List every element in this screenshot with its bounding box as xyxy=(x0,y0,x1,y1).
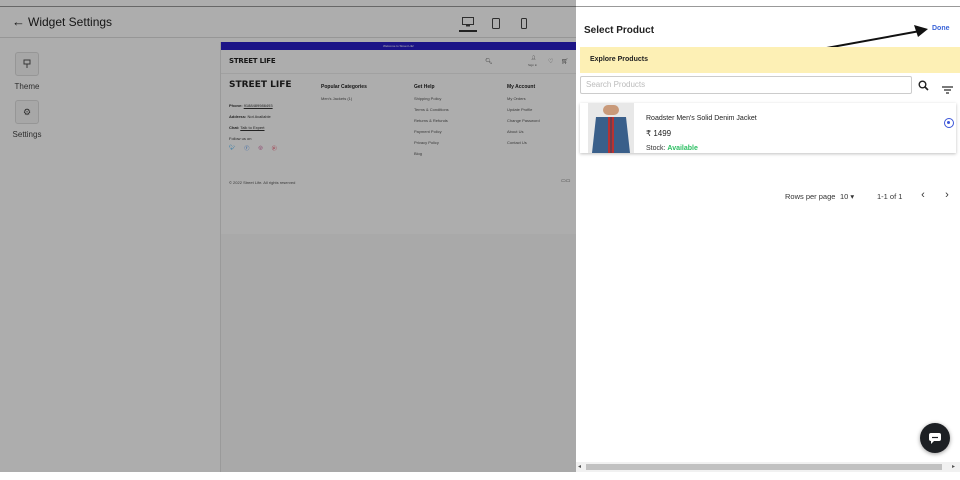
product-stock: Stock: Available xyxy=(646,145,698,152)
scrollbar-thumb[interactable] xyxy=(586,464,942,470)
scroll-right-icon[interactable]: ▸ xyxy=(952,463,955,470)
filter-icon[interactable] xyxy=(942,81,953,99)
explore-products-header: Explore Products xyxy=(580,47,960,73)
horizontal-scrollbar[interactable]: ◂ ▸ xyxy=(576,462,960,472)
pagination-range: 1-1 of 1 xyxy=(877,192,903,201)
product-image xyxy=(588,103,634,153)
product-select-radio[interactable] xyxy=(944,118,954,128)
modal-backdrop[interactable] xyxy=(0,0,576,472)
select-product-drawer: Select Product Done Explore Products Sea… xyxy=(576,6,960,472)
search-icon[interactable] xyxy=(918,78,929,96)
screen: ← Widget Settings Theme ⚙ Settings Welco… xyxy=(0,0,960,480)
drawer-title: Select Product xyxy=(584,25,655,36)
product-row[interactable]: Roadster Men's Solid Denim Jacket ₹ 1499… xyxy=(580,103,956,153)
product-name: Roadster Men's Solid Denim Jacket xyxy=(646,115,757,122)
search-input[interactable]: Search Products xyxy=(580,76,912,94)
prev-page-button[interactable]: ‹ xyxy=(916,188,930,202)
rows-per-page-label: Rows per page xyxy=(785,192,836,201)
next-page-button[interactable]: › xyxy=(940,188,954,202)
scroll-left-icon[interactable]: ◂ xyxy=(578,463,581,470)
product-price: ₹ 1499 xyxy=(646,129,672,138)
rows-per-page-select[interactable]: 10 ▾ xyxy=(840,192,854,201)
chat-icon xyxy=(929,433,941,444)
chat-button[interactable] xyxy=(920,423,950,453)
stock-status: Available xyxy=(667,145,698,152)
